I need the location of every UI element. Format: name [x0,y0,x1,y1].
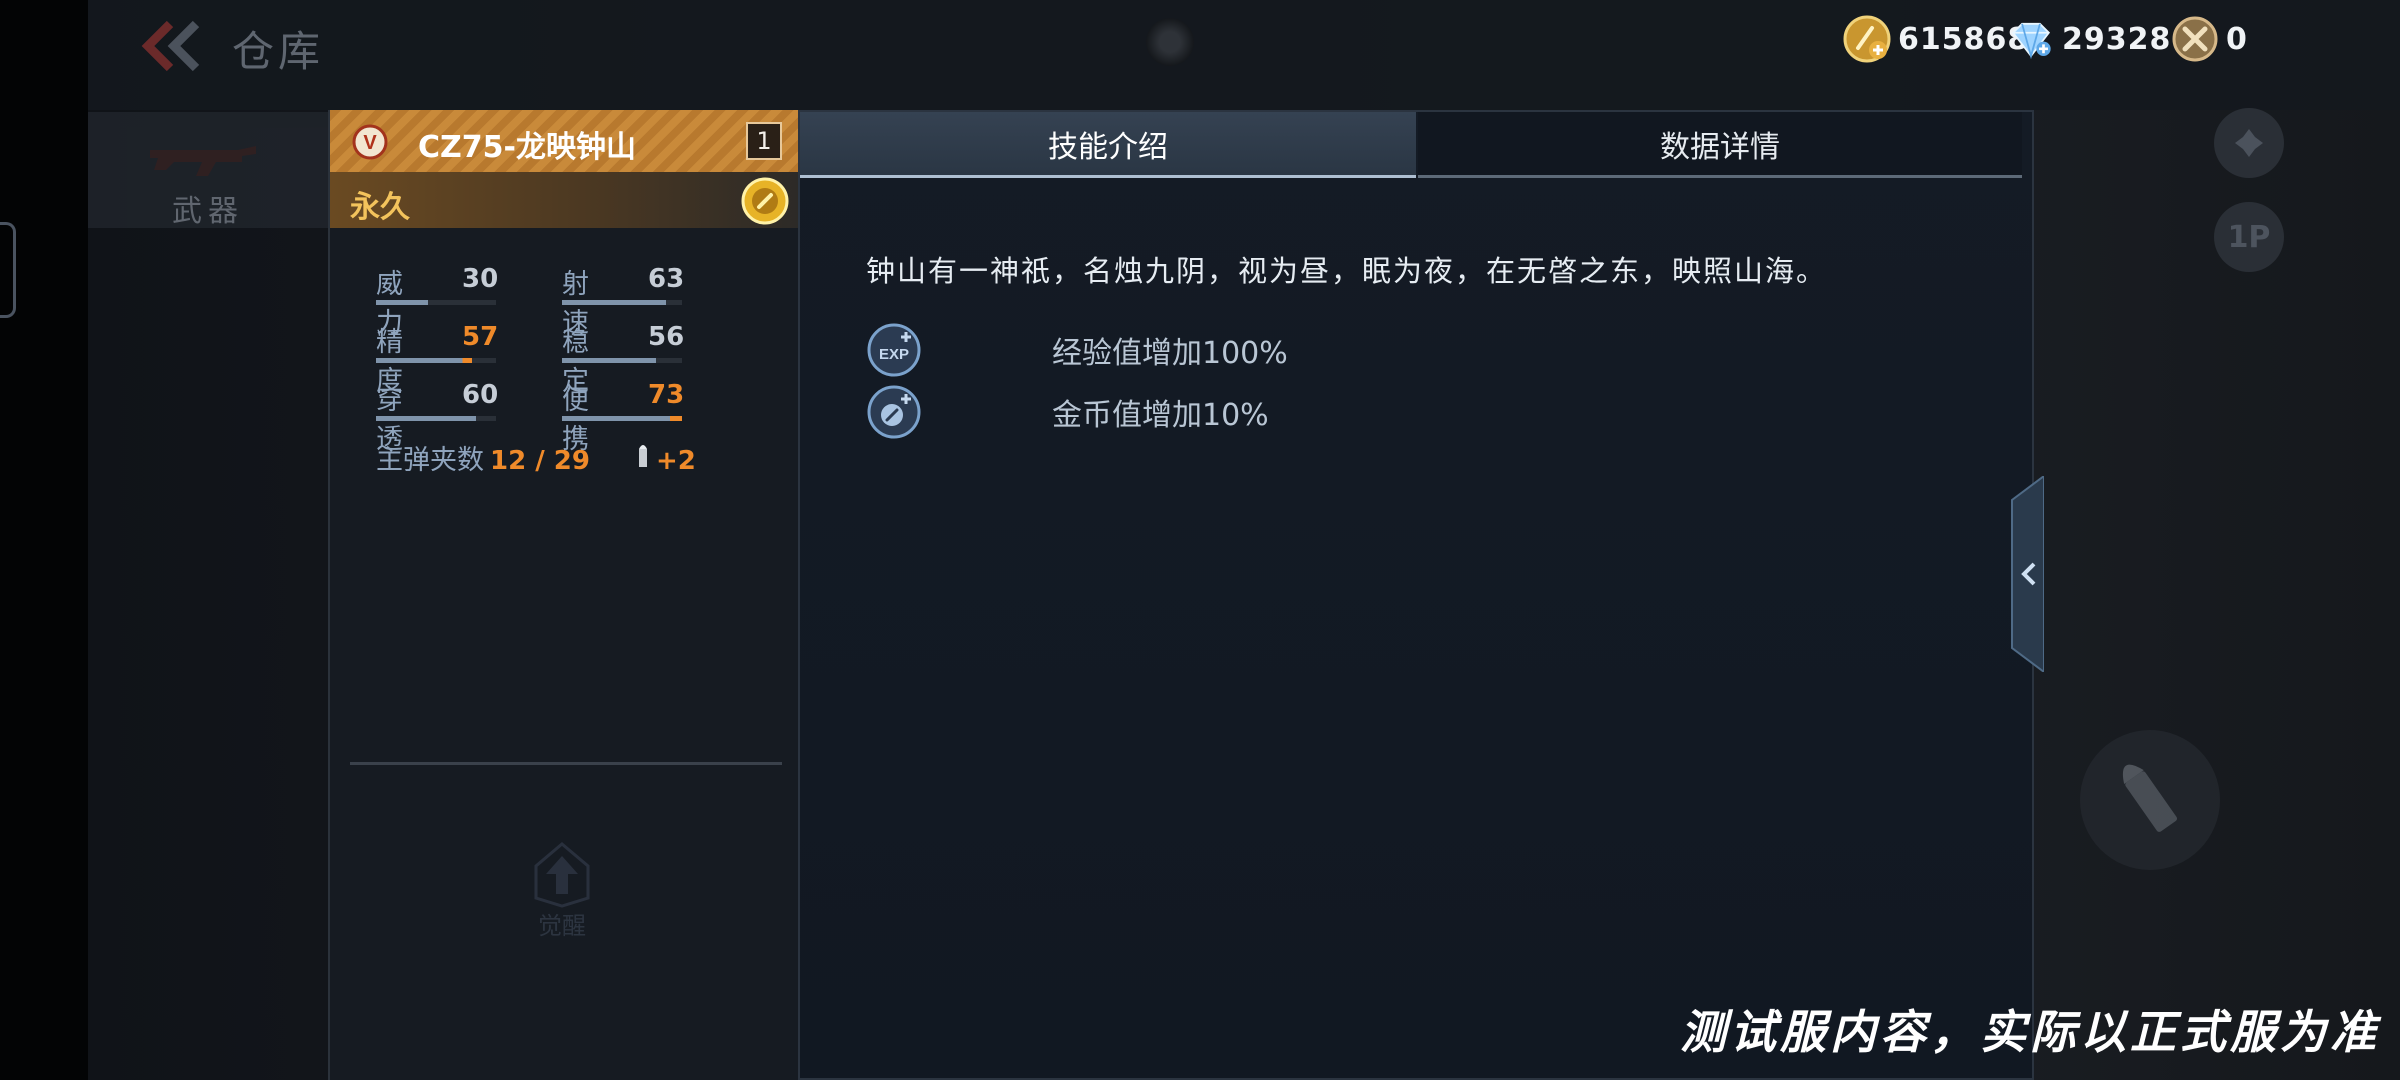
weapon-duration-row: 永久 [330,172,800,228]
awaken-button[interactable]: 觉醒 [502,840,622,950]
skill-text: 经验值增加100% [1052,336,1288,371]
magazine-value: 12 / 29 [490,446,590,476]
bullet-button[interactable] [2080,730,2220,870]
rifle-icon [150,146,256,176]
stat-value: 57 [462,322,499,352]
tab-data-details[interactable]: 数据详情 [1418,112,2022,178]
exp-boost-icon: EXP [867,323,921,377]
vip-badge-icon: V [352,124,388,160]
currency-token[interactable]: 0 [2170,14,2248,64]
back-button[interactable] [140,18,210,74]
ammo-icon [638,445,647,467]
token-amount: 0 [2226,21,2248,57]
stat-bar [376,416,496,421]
card-divider [350,762,782,765]
stat-bar [562,300,682,305]
stat-value: 56 [648,322,685,352]
magazine-label: 主弹夹数 [376,445,484,476]
skill-text: 金币值增加10% [1052,398,1269,433]
token-icon [2172,16,2218,62]
weapon-card-header: V CZ75-龙映钟山 1 [330,110,800,172]
skill-coin-bonus: 金币值增加10% [866,384,1269,440]
weapon-lore-text: 钟山有一神祇，名烛九阴，视为昼，眠为夜，在无晵之东，映照山海。 [866,254,1828,288]
stat-bar [562,358,682,363]
stat-bar [562,416,682,421]
weapon-level-badge: 1 [746,122,782,160]
gold-badge-icon [741,177,789,225]
svg-text:EXP: EXP [879,346,909,363]
magazine-row: 主弹夹数 12 / 29 +2 [376,438,696,477]
ammo-bonus: +2 [655,446,696,476]
nav-tab-weapons[interactable]: 武器 [88,112,328,229]
coin-boost-icon [867,385,921,439]
weapon-name: CZ75-龙映钟山 [418,130,636,165]
skill-exp-bonus: EXP 经验值增加100% [866,322,1288,378]
diamond-icon [2011,22,2051,60]
svg-text:V: V [363,132,377,154]
page-title: 仓库 [232,27,325,76]
stat-bar [376,300,496,305]
view-1p-label: 1P [2227,219,2271,255]
currency-gold[interactable]: 615868 [1842,14,2029,64]
awaken-label: 觉醒 [538,912,586,940]
camera-notch [1146,18,1194,66]
test-server-watermark: 测试服内容，实际以正式服为准 [1680,1005,2380,1059]
stat-value: 63 [648,264,685,294]
view-1p-button[interactable]: 1P [2214,202,2284,272]
tab-skill-intro[interactable]: 技能介绍 [800,112,1416,178]
awaken-arrow-icon [534,842,590,908]
currency-diamond[interactable]: 29328 [2006,14,2171,64]
bullet-icon [2123,764,2178,832]
edge-handle [0,222,16,318]
collapse-panel-button[interactable] [2006,474,2045,674]
stat-value: 60 [462,380,499,410]
duration-label: 永久 [350,190,410,225]
chevron-left-icon [2011,474,2045,674]
nav-label-weapons: 武器 [172,194,244,229]
left-black-bar [0,0,88,1080]
double-chevron-left-icon [141,20,200,72]
stat-value: 30 [462,264,499,294]
gamepad-button[interactable] [2214,108,2284,178]
gamepad-icon [2235,129,2263,157]
stat-value: 73 [648,380,685,410]
diamond-amount: 29328 [2062,21,2172,57]
gold-coin-icon [1843,15,1891,63]
detail-panel: 技能介绍 数据详情 钟山有一神祇，名烛九阴，视为昼，眠为夜，在无晵之东，映照山海… [798,110,2034,1080]
stat-bar [376,358,496,363]
